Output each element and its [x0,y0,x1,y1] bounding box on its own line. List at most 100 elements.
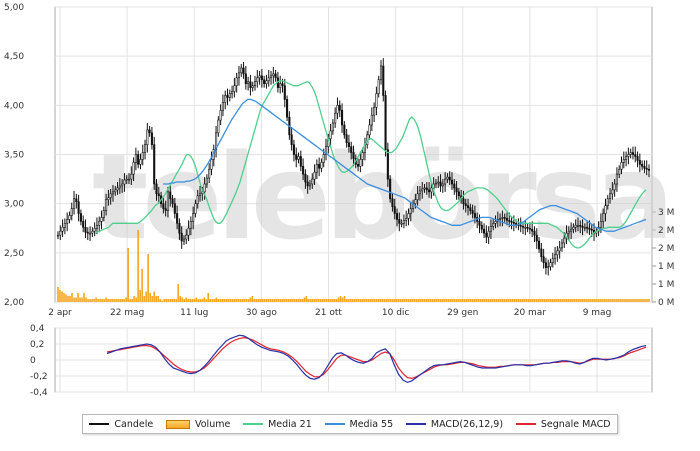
volume-bar [115,299,117,302]
volume-bar [503,299,506,302]
volume-bar [227,299,230,302]
candle-body [510,221,513,223]
volume-bar [519,299,522,302]
candle-body [400,223,403,225]
volume-bar [550,299,552,302]
candle-body [198,193,202,197]
volume-bar [71,293,73,302]
chart-root: telebörsa 2,00 2,50 3,00 3,50 4,00 4,50 5,00 2 … [0,0,700,451]
volume-bar [515,299,518,302]
volume-bar [600,299,602,302]
volume-bar [542,299,544,302]
volume-bar [187,299,190,302]
macd-panel-ticks: 0,4 0,2 0 -0,2 -0,4 [30,324,48,398]
volume-bar [425,299,428,302]
candle-body [162,203,165,209]
volume-bar [341,297,344,302]
volume-tick-label: 1 M [658,280,674,290]
candle-body [540,248,543,258]
volume-bar [592,299,594,302]
date-tick-label: 2 apr [48,308,72,318]
volume-bar [479,299,482,302]
volume-bar [151,296,153,302]
candle-body [219,109,222,121]
date-tick-label: 10 dic [382,308,410,318]
volume-bar [75,297,77,302]
volume-bar [411,299,414,302]
legend-item-candles[interactable]: Candele [89,419,153,430]
volume-bar [570,299,572,302]
legend-item-macd[interactable]: MACD(26,12,9) [405,419,503,430]
candle-body [570,228,573,232]
volume-bar [63,293,65,302]
candle-body [531,228,534,232]
candle-body [253,81,257,86]
volume-bar [251,296,254,302]
volume-bar [620,299,622,302]
volume-bar [457,299,460,302]
candle-body [203,183,206,193]
candle-body [455,187,458,193]
volume-bar [355,299,358,302]
candle-body [620,162,623,170]
legend-label-media-55: Media 55 [349,418,394,430]
legend-swatch-candles [89,423,110,425]
volume-bar [279,299,282,302]
volume-bar [359,299,362,302]
volume-bar [169,299,171,302]
candle-body [638,160,641,165]
candle-body [63,223,66,228]
candle-body [114,189,117,193]
volume-tick-label: 0 M [658,298,674,308]
volume-bar [95,297,97,302]
candle-body [473,213,476,218]
candle-body [512,222,515,224]
candle-body [265,80,268,85]
volume-bar [505,299,508,302]
volume-bar [195,297,198,302]
candle-body [625,156,628,160]
legend-item-media-55[interactable]: Media 55 [324,418,394,430]
volume-bar [365,299,368,302]
volume-bar [85,297,87,302]
candle-body [501,217,504,219]
candle-body [586,226,589,229]
volume-bar [165,299,167,302]
volume-bar [453,299,456,302]
candle-body [295,154,298,160]
legend-item-volume[interactable]: Volume [165,418,231,430]
candle-body [304,173,307,183]
candle-body [221,102,224,111]
legend-item-segnale-macd[interactable]: Segnale MACD [515,419,611,430]
candle-body [444,178,447,185]
volume-bar [548,299,550,302]
legend-item-media-21[interactable]: Media 21 [243,419,312,430]
volume-tick-label: 3 M [658,208,674,218]
candle-body [180,232,183,242]
candle-body [398,219,401,224]
volume-bar [237,299,240,302]
chart-svg: telebörsa 2,00 2,50 3,00 3,50 4,00 4,50 5,00 2 … [4,3,675,398]
candle-body [537,240,541,250]
volume-bar [391,299,394,302]
candle-body [485,232,488,238]
candle-body [233,85,236,92]
volume-bar [153,291,155,302]
candle-body [599,221,602,228]
volume-bar [59,290,61,302]
candle-body [192,213,195,222]
candle-body [237,72,241,79]
volume-bar [311,299,314,302]
candle-body [395,213,399,220]
volume-bar [493,299,496,302]
price-tick-label: 3,00 [4,200,24,210]
candle-body [572,226,575,230]
candle-body [77,201,80,214]
legend-label-volume: Volume [194,418,231,430]
candle-body [146,129,149,145]
volume-bar [91,299,93,302]
candle-body [269,75,273,79]
candle-body [634,154,637,157]
volume-bar [604,299,606,302]
candle-body [554,254,557,260]
